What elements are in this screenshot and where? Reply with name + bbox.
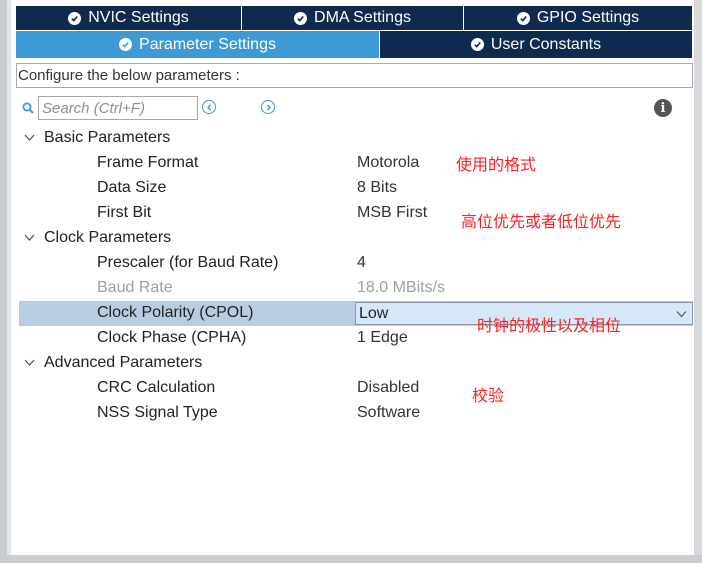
param-row-crc-calculation[interactable]: CRC Calculation Disabled bbox=[16, 376, 693, 401]
param-value: 8 Bits bbox=[357, 179, 398, 196]
chevron-down-icon bbox=[24, 359, 35, 366]
window-left-border bbox=[0, 0, 7, 563]
chevron-down-icon bbox=[24, 134, 35, 141]
tab-label: User Constants bbox=[490, 35, 602, 53]
param-row-data-size[interactable]: Data Size 8 Bits bbox=[16, 176, 693, 201]
param-value: Motorola bbox=[357, 154, 420, 171]
annotation-frame-format: 使用的格式 bbox=[456, 155, 537, 174]
tab-row-2: Parameter Settings User Constants bbox=[16, 31, 692, 58]
tab-label: Parameter Settings bbox=[139, 35, 276, 53]
param-name: First Bit bbox=[97, 204, 152, 221]
param-value: MSB First bbox=[357, 204, 428, 221]
tab-row-1: NVIC Settings DMA Settings GPIO Settings bbox=[16, 6, 692, 30]
param-name: Frame Format bbox=[97, 154, 199, 171]
dropdown-arrow-icon[interactable] bbox=[676, 310, 687, 318]
annotation-clock-polarity: 时钟的极性以及相位 bbox=[477, 316, 622, 335]
chevron-down-icon bbox=[24, 234, 35, 241]
search-previous-button[interactable] bbox=[202, 100, 216, 114]
annotation-first-bit: 高位优先或者低位优先 bbox=[461, 212, 622, 231]
search-input[interactable] bbox=[38, 96, 198, 120]
group-label: Clock Parameters bbox=[44, 229, 172, 246]
dropdown-value: Low bbox=[359, 305, 389, 322]
param-name: CRC Calculation bbox=[97, 379, 216, 396]
tab-parameter-settings[interactable]: Parameter Settings bbox=[16, 31, 380, 58]
tab-nvic-settings[interactable]: NVIC Settings bbox=[16, 6, 242, 30]
tab-dma-settings[interactable]: DMA Settings bbox=[242, 6, 464, 30]
tab-gpio-settings[interactable]: GPIO Settings bbox=[464, 6, 692, 30]
param-name: Data Size bbox=[97, 179, 167, 196]
check-circle-icon bbox=[294, 11, 308, 25]
check-circle-icon bbox=[470, 38, 484, 51]
window-right-border bbox=[694, 0, 702, 563]
group-label: Advanced Parameters bbox=[44, 354, 203, 371]
tab-label: DMA Settings bbox=[314, 9, 411, 26]
group-advanced-parameters[interactable]: Advanced Parameters bbox=[16, 351, 693, 376]
check-circle-icon bbox=[68, 11, 82, 25]
param-value: 4 bbox=[357, 254, 366, 271]
param-row-prescaler[interactable]: Prescaler (for Baud Rate) 4 bbox=[16, 251, 693, 276]
param-name: Clock Polarity (CPOL) bbox=[97, 304, 254, 321]
search-toolbar: i bbox=[20, 95, 692, 121]
tab-user-constants[interactable]: User Constants bbox=[380, 31, 692, 58]
param-value: 1 Edge bbox=[357, 329, 408, 346]
param-name: Clock Phase (CPHA) bbox=[97, 329, 247, 346]
chevron-right-circle-icon bbox=[266, 103, 271, 111]
param-row-nss-signal-type[interactable]: NSS Signal Type Software bbox=[16, 401, 693, 426]
info-icon[interactable]: i bbox=[654, 99, 672, 117]
param-value: Software bbox=[357, 404, 421, 421]
param-row-baud-rate: Baud Rate 18.0 MBits/s bbox=[16, 276, 693, 301]
param-name: NSS Signal Type bbox=[97, 404, 218, 421]
window-left-border-inner bbox=[7, 0, 11, 563]
group-label: Basic Parameters bbox=[44, 129, 171, 146]
param-row-frame-format[interactable]: Frame Format Motorola bbox=[16, 151, 693, 176]
check-circle-icon bbox=[119, 38, 133, 51]
check-circle-icon bbox=[516, 11, 530, 25]
configure-header: Configure the below parameters : bbox=[16, 63, 693, 88]
search-icon bbox=[22, 102, 34, 114]
tab-label: GPIO Settings bbox=[536, 9, 640, 26]
param-name: Prescaler (for Baud Rate) bbox=[97, 254, 279, 271]
group-basic-parameters[interactable]: Basic Parameters bbox=[16, 126, 693, 151]
param-value: Disabled bbox=[357, 379, 420, 396]
param-name: Baud Rate bbox=[97, 279, 173, 296]
search-next-button[interactable] bbox=[261, 100, 275, 114]
tab-label: NVIC Settings bbox=[88, 9, 189, 26]
chevron-left-circle-icon bbox=[206, 103, 211, 111]
param-value: 18.0 MBits/s bbox=[357, 279, 446, 296]
annotation-crc: 校验 bbox=[472, 386, 505, 405]
window-bottom-border bbox=[0, 555, 702, 563]
